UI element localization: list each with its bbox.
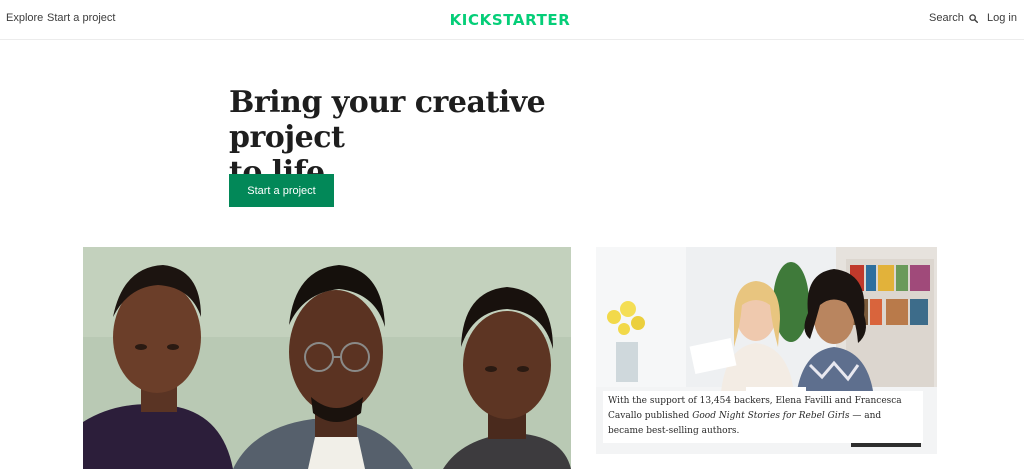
nav-explore-link[interactable]: Explore [6,12,43,24]
kickstarter-logo[interactable]: KICKSTARTER [448,9,572,29]
feature-caption: With the support of 13,454 backers, Elen… [603,391,923,443]
creators-photo-illustration [83,247,571,469]
nav-login-link[interactable]: Log in [987,12,1017,24]
search-label: Search [929,12,964,24]
search-icon [969,13,978,23]
caption-book-title: Good Night Stories for Rebel Girls [692,411,850,421]
brand-wordmark: KICKSTARTER [450,11,571,29]
nav-start-project-link[interactable]: Start a project [47,12,115,24]
hero-headline-line1: Bring your creative project [229,85,546,155]
top-navigation: Explore Start a project KICKSTARTER Sear… [0,0,1024,40]
start-project-button[interactable]: Start a project [229,174,334,207]
search-button[interactable]: Search [929,12,978,24]
creators-photo[interactable] [83,247,571,469]
